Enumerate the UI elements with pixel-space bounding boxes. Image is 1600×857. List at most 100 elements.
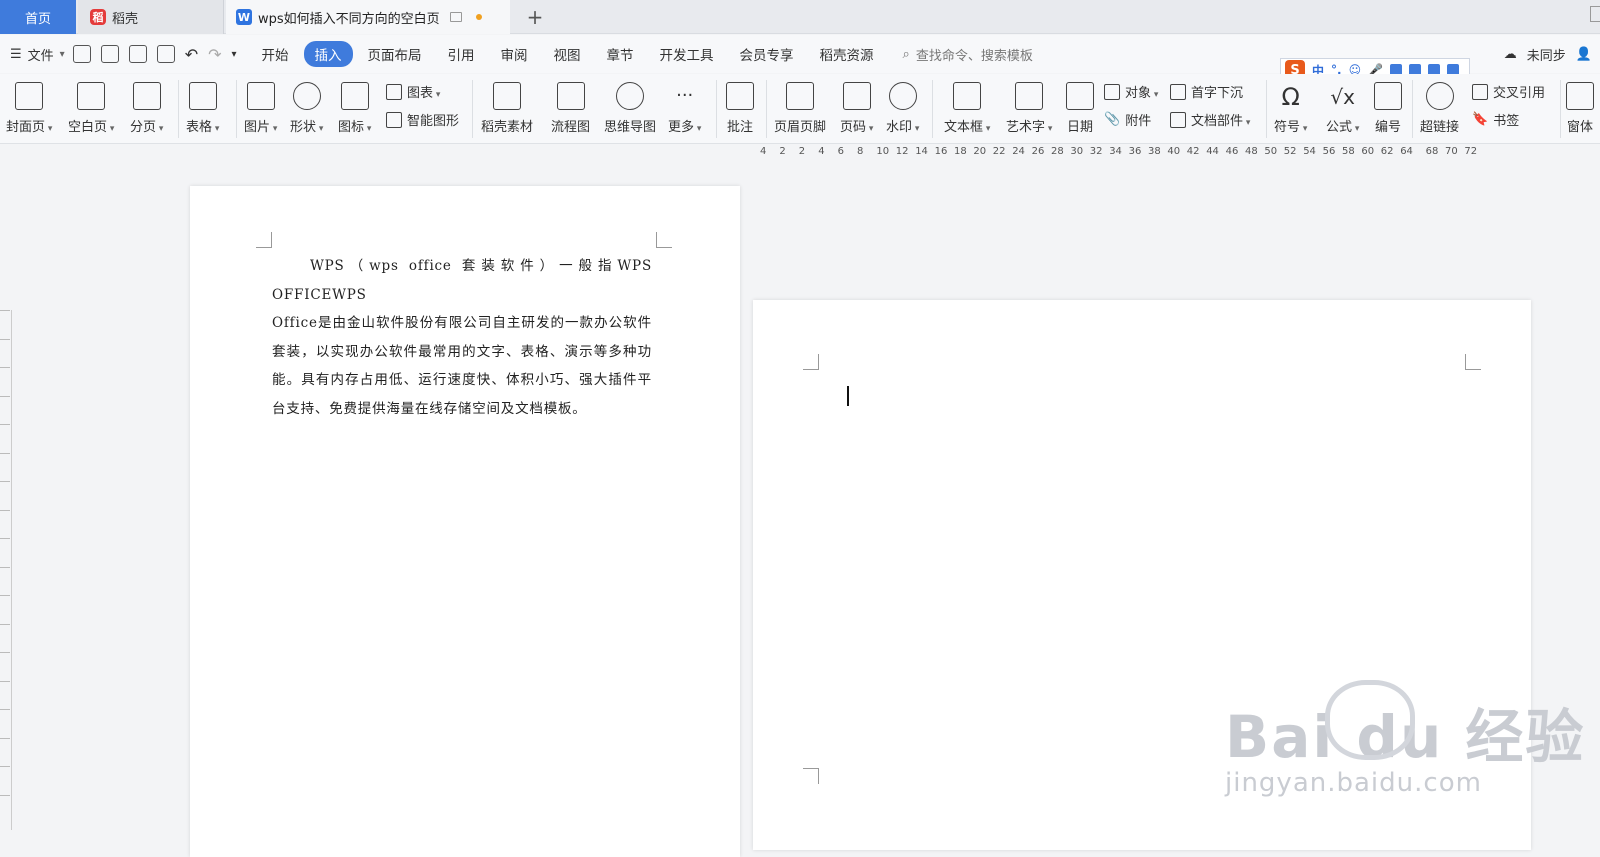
divider bbox=[472, 80, 473, 138]
smartart-button[interactable]: 智能图形 bbox=[386, 110, 459, 129]
page-break-button[interactable]: 分页 bbox=[130, 82, 163, 135]
watermark-label: 水印 bbox=[886, 116, 919, 135]
daoke-material-button[interactable]: 稻壳素材 bbox=[481, 82, 533, 135]
attachment-button[interactable]: 📎 附件 bbox=[1104, 110, 1151, 129]
symbol-button[interactable]: Ω 符号 bbox=[1274, 82, 1307, 135]
shape-icon bbox=[292, 82, 321, 110]
form-icon bbox=[1566, 82, 1594, 110]
bookmark-button[interactable]: 🔖 书签 bbox=[1472, 110, 1519, 129]
tab-page-layout[interactable]: 页面布局 bbox=[357, 41, 433, 67]
document-page-1[interactable]: WPS（wps office 套装软件）一般指WPS OFFICEWPS Off… bbox=[190, 186, 740, 857]
divider bbox=[1266, 80, 1267, 138]
chevron-down-icon: ▾ bbox=[59, 48, 65, 60]
ruler-tick bbox=[0, 566, 10, 595]
ruler-tick: 56 bbox=[1322, 146, 1336, 157]
save-icon[interactable] bbox=[72, 45, 91, 63]
material-icon bbox=[493, 82, 521, 110]
formula-button[interactable]: √x 公式 bbox=[1326, 82, 1359, 135]
redo-icon[interactable]: ↷ bbox=[208, 45, 221, 64]
margin-corner bbox=[656, 232, 672, 248]
command-search[interactable]: ⌕ 查找命令、搜索模板 bbox=[903, 45, 1033, 64]
paragraph-line-1: WPS（wps office 套装软件）一般指WPS OFFICEWPS bbox=[272, 258, 652, 303]
tab-document[interactable]: W wps如何插入不同方向的空白页 bbox=[226, 0, 510, 34]
customize-icon[interactable]: ▾ bbox=[232, 49, 237, 60]
export-icon[interactable] bbox=[100, 45, 119, 63]
preview-icon[interactable] bbox=[156, 45, 175, 63]
hyperlink-button[interactable]: 超链接 bbox=[1420, 82, 1459, 135]
ruler-tick: 70 bbox=[1445, 146, 1458, 157]
sync-status[interactable]: 未同步 bbox=[1527, 45, 1566, 64]
page-number-button[interactable]: 页码 bbox=[840, 82, 873, 135]
quick-access-toolbar: ↶ ↷ ▾ bbox=[72, 45, 237, 64]
object-icon bbox=[1104, 83, 1120, 100]
tab-start[interactable]: 开始 bbox=[251, 41, 300, 67]
comment-button[interactable]: 批注 bbox=[726, 82, 754, 135]
mindmap-button[interactable]: 思维导图 bbox=[604, 82, 656, 135]
tab-review[interactable]: 审阅 bbox=[490, 41, 539, 67]
ruler-tick: 18 bbox=[954, 146, 967, 157]
shape-button[interactable]: 形状 bbox=[290, 82, 323, 135]
menu-right: ☁ 未同步 👤 bbox=[1504, 35, 1592, 73]
ruler-tick: 28 bbox=[1051, 146, 1064, 157]
ruler-tick: 20 bbox=[973, 146, 987, 157]
textbox-button[interactable]: 文本框 bbox=[944, 82, 990, 135]
numbering-button[interactable]: 编号 bbox=[1374, 82, 1402, 135]
tab-developer[interactable]: 开发工具 bbox=[649, 41, 725, 67]
tab-home[interactable]: 首页 bbox=[0, 0, 76, 34]
tab-references[interactable]: 引用 bbox=[437, 41, 486, 67]
tab-view[interactable]: 视图 bbox=[543, 41, 592, 67]
divider bbox=[1412, 80, 1413, 138]
object-button[interactable]: 对象 bbox=[1104, 82, 1158, 101]
window-form-label: 窗体 bbox=[1566, 120, 1593, 135]
screen-icon[interactable] bbox=[449, 12, 462, 22]
new-tab-button[interactable]: + bbox=[522, 0, 548, 34]
tab-chapter[interactable]: 章节 bbox=[596, 41, 645, 67]
cover-page-label: 封面页 bbox=[6, 116, 52, 135]
ruler-tick: 48 bbox=[1245, 146, 1258, 157]
ribbon-tabs: 开始 插入 页面布局 引用 审阅 视图 章节 开发工具 会员专享 稻壳资源 bbox=[251, 41, 885, 67]
tab-daoke[interactable]: 稻 稻壳 bbox=[78, 0, 224, 34]
print-icon[interactable] bbox=[128, 45, 147, 63]
icon-button[interactable]: 图标 bbox=[338, 82, 371, 135]
ruler-tick bbox=[0, 794, 10, 823]
watermark-button[interactable]: 水印 bbox=[886, 82, 919, 135]
window-form-button[interactable]: 窗体 bbox=[1566, 82, 1594, 135]
doc-parts-icon bbox=[1170, 111, 1186, 128]
dropcap-button[interactable]: 首字下沉 bbox=[1170, 82, 1243, 101]
window-restore-icon[interactable] bbox=[1590, 6, 1600, 22]
ruler-tick: 62 bbox=[1380, 146, 1394, 157]
date-button[interactable]: 日期 bbox=[1066, 82, 1094, 135]
chart-button[interactable]: 图表 bbox=[386, 82, 440, 101]
document-body[interactable]: WPS（wps office 套装软件）一般指WPS OFFICEWPS Off… bbox=[272, 252, 652, 423]
ruler-tick: 64 bbox=[1400, 146, 1413, 157]
horizontal-ruler[interactable]: 4 2 2 4 6 8 10 12 14 16 18 20 22 24 26 28 30 32 34 36 38 40 42… bbox=[760, 146, 1530, 162]
wordart-icon bbox=[1015, 82, 1044, 110]
margin-corner bbox=[803, 768, 819, 784]
page-number-label: 页码 bbox=[840, 116, 873, 135]
cover-page-button[interactable]: 封面页 bbox=[6, 82, 52, 135]
blank-page-label: 空白页 bbox=[68, 116, 114, 135]
page-break-icon bbox=[132, 82, 161, 110]
blank-page-button[interactable]: 空白页 bbox=[68, 82, 114, 135]
ruler-tick: 36 bbox=[1128, 146, 1142, 157]
vertical-ruler[interactable] bbox=[0, 310, 12, 830]
doc-parts-button[interactable]: 文档部件 bbox=[1170, 110, 1250, 129]
user-icon[interactable]: 👤 bbox=[1576, 47, 1592, 62]
more-button[interactable]: ··· 更多 bbox=[668, 82, 701, 135]
tab-daoke-resources[interactable]: 稻壳资源 bbox=[809, 41, 885, 67]
table-button[interactable]: 表格 bbox=[186, 82, 219, 135]
header-footer-label: 页眉页脚 bbox=[774, 120, 827, 135]
tab-member[interactable]: 会员专享 bbox=[729, 41, 805, 67]
wordart-button[interactable]: 艺术字 bbox=[1006, 82, 1052, 135]
file-menu[interactable]: ☰ 文件 ▾ bbox=[10, 45, 65, 64]
picture-button[interactable]: 图片 bbox=[244, 82, 277, 135]
writer-logo-icon: W bbox=[236, 9, 252, 25]
tab-document-title: wps如何插入不同方向的空白页 bbox=[258, 11, 440, 27]
flowchart-button[interactable]: 流程图 bbox=[551, 82, 590, 135]
insert-ribbon: 封面页 空白页 分页 表格 图片 形状 图标 图表 智能图形 稻壳素材 流程图 … bbox=[0, 74, 1600, 144]
header-footer-button[interactable]: 页眉页脚 bbox=[774, 82, 826, 135]
undo-icon[interactable]: ↶ bbox=[185, 45, 198, 64]
ruler-tick bbox=[0, 680, 10, 709]
crossref-button[interactable]: 交叉引用 bbox=[1472, 82, 1545, 101]
tab-insert[interactable]: 插入 bbox=[303, 41, 353, 67]
